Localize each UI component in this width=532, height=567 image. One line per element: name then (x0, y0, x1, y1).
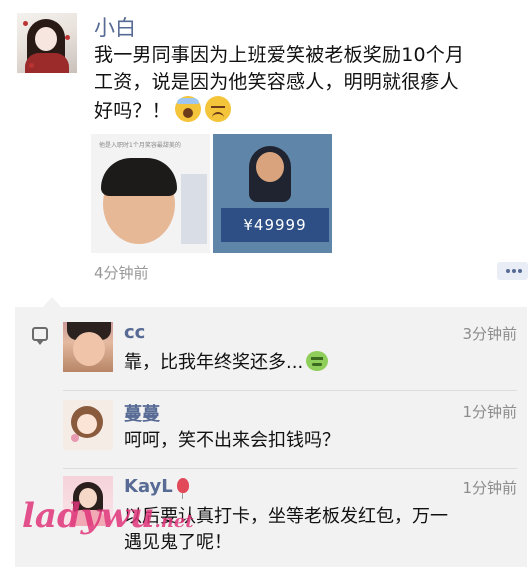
post-text: 我一男同事因为上班爱笑被老板奖励10个月 工资，说是因为他笑容感人，明明就很瘆人… (94, 42, 519, 125)
dot-icon (506, 269, 510, 273)
comment-text: 呵呵，笑不出来会扣钱吗？ (124, 430, 340, 451)
post-time: 4分钟前 (94, 264, 149, 282)
commenter-name[interactable]: cc (124, 322, 145, 343)
post-photo-smiling-man[interactable]: 他是入职时1个月笑容最甜美的 (91, 134, 210, 253)
post-photo-prize[interactable]: ¥49999 (213, 134, 332, 253)
post-text-line-2: 工资，说是因为他笑容感人，明明就很瘆人 (94, 71, 459, 93)
comment-time: 1分钟前 (462, 403, 517, 421)
site-watermark: ladywu.net (22, 496, 194, 536)
balloon-icon (176, 478, 189, 499)
more-options-button[interactable] (497, 262, 528, 280)
angry-sticker-icon (306, 351, 329, 371)
comment-time: 1分钟前 (462, 479, 517, 497)
photo-hair (101, 158, 177, 196)
dot-icon (512, 269, 516, 273)
photo-person-face (256, 152, 284, 182)
commenter-name[interactable]: KayL (124, 476, 189, 499)
post-text-line-1: 我一男同事因为上班爱笑被老板奖励10个月 (94, 44, 465, 66)
photo-inset (181, 174, 207, 244)
prize-sign: ¥49999 (221, 208, 329, 242)
sad-emoji-icon (204, 96, 231, 122)
scream-emoji-icon (174, 96, 201, 122)
post-text-line-3: 好吗？！ (94, 96, 519, 125)
commenter-avatar[interactable] (63, 322, 113, 372)
divider (63, 468, 517, 469)
poster-name[interactable]: 小白 (94, 12, 136, 42)
commenter-avatar[interactable] (63, 400, 113, 450)
photo-caption: 他是入职时1个月笑容最甜美的 (99, 142, 181, 149)
comment-icon (32, 327, 48, 345)
commenter-name[interactable]: 蔓蔓 (124, 400, 160, 426)
poster-avatar[interactable] (17, 13, 77, 73)
comment-item[interactable]: cc 3分钟前 靠，比我年终奖还多... (63, 322, 517, 378)
comment-text: 靠，比我年终奖还多... (124, 350, 514, 376)
comment-item[interactable]: 蔓蔓 1分钟前 呵呵，笑不出来会扣钱吗？ (63, 400, 517, 456)
dot-icon (518, 269, 522, 273)
divider (63, 390, 517, 391)
comment-time: 3分钟前 (462, 325, 517, 343)
